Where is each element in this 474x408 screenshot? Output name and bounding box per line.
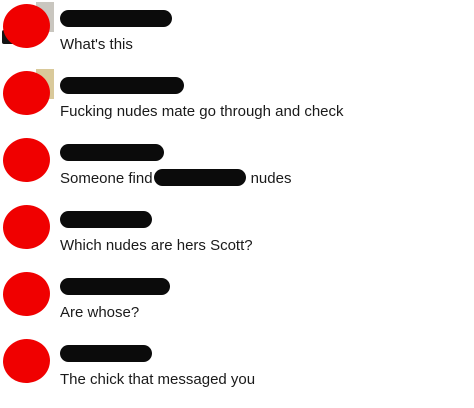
message-text: Fucking nudes mate go through and check bbox=[60, 103, 344, 120]
message-text: Are whose? bbox=[60, 304, 140, 321]
sender-name-redaction bbox=[60, 345, 152, 362]
sender-name-redaction bbox=[60, 144, 164, 161]
avatar[interactable] bbox=[0, 268, 54, 334]
avatar[interactable] bbox=[0, 0, 54, 66]
message-row: Someone find nudes bbox=[0, 134, 474, 200]
avatar[interactable] bbox=[0, 201, 54, 267]
message-text: Someone find nudes bbox=[60, 169, 291, 188]
avatar[interactable] bbox=[0, 335, 54, 401]
avatar-redaction bbox=[0, 135, 53, 185]
message-thread: What's this Fucking nudes mate go throug… bbox=[0, 0, 474, 408]
avatar-redaction bbox=[0, 202, 53, 252]
sender-name-redaction bbox=[60, 77, 184, 94]
sender-name-redaction bbox=[60, 211, 152, 228]
inline-name-redaction bbox=[153, 169, 246, 186]
message-text: Which nudes are hers Scott? bbox=[60, 237, 253, 254]
message-text-after: nudes bbox=[250, 170, 292, 187]
message-text-before: Someone find bbox=[60, 170, 153, 187]
avatar[interactable] bbox=[0, 67, 54, 133]
message-row: What's this bbox=[0, 0, 474, 66]
message-row: The chick that messaged you bbox=[0, 335, 474, 401]
avatar-redaction bbox=[0, 336, 53, 386]
message-text: The chick that messaged you bbox=[60, 371, 256, 388]
message-row: Are whose? bbox=[0, 268, 474, 334]
message-text: What's this bbox=[60, 36, 133, 53]
message-row: Fucking nudes mate go through and check bbox=[0, 67, 474, 133]
avatar[interactable] bbox=[0, 134, 54, 200]
message-row: Which nudes are hers Scott? bbox=[0, 201, 474, 267]
avatar-redaction bbox=[0, 269, 53, 319]
sender-name-redaction bbox=[60, 10, 172, 27]
sender-name-redaction bbox=[60, 278, 170, 295]
